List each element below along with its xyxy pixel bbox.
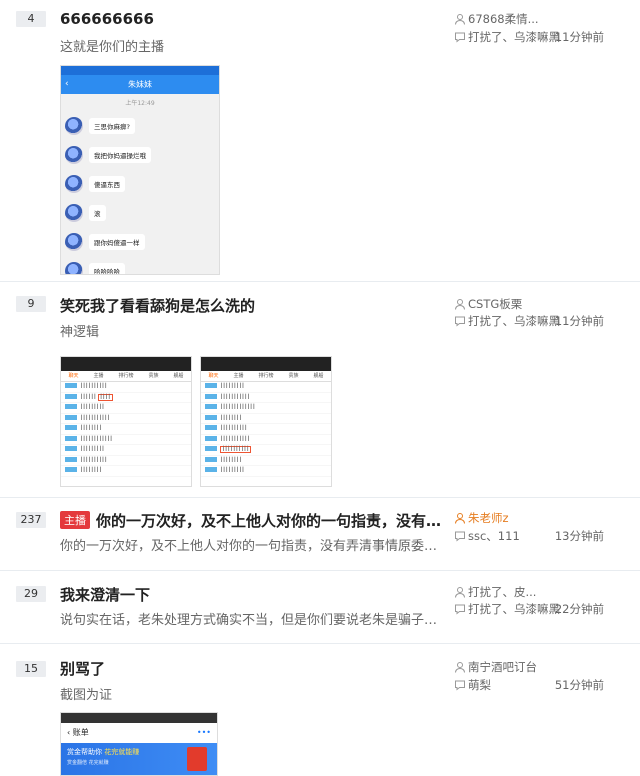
user-icon — [455, 587, 465, 598]
back-icon: ‹ — [65, 79, 69, 89]
thread-abstract: 说句实在话，老朱处理方式确实不当，但是你们要说老朱是骗子那你... — [60, 613, 444, 628]
reply-count: 237 — [16, 512, 46, 528]
thread-item: 237 主播 你的一万次好，及不上他人对你的一句指责，没有弄清... 你的一万次… — [0, 498, 640, 571]
avatar — [65, 145, 83, 164]
chat-message: 傻逼东西 — [61, 169, 219, 198]
more-icon: ••• — [196, 728, 211, 737]
thread-image[interactable]: ‹ 朱妹妹 上午12:49 三思你麻痹? 我把你妈逼操烂哦 傻逼东西 滚 跟你妈傻… — [60, 65, 220, 275]
last-reply: 打扰了、乌漆嘛黑 — [454, 313, 560, 329]
last-reply-name[interactable]: 打扰了、乌漆嘛黑 — [468, 30, 560, 44]
thread-abstract: 截图为证 — [60, 688, 113, 703]
last-reply: 萌梨 — [454, 677, 491, 693]
author-name[interactable]: 67868柔情... — [468, 12, 539, 26]
avatar — [65, 261, 83, 274]
comment-icon — [455, 316, 465, 327]
reply-count: 9 — [16, 296, 46, 312]
user-icon — [455, 513, 465, 524]
chat-message: 滚 — [61, 198, 219, 227]
thread-abstract: 这就是你们的主播 — [60, 40, 165, 55]
reply-count: 4 — [16, 11, 46, 27]
last-reply-name[interactable]: 打扰了、乌漆嘛黑 — [468, 602, 560, 616]
last-reply-name[interactable]: 萌梨 — [468, 678, 491, 692]
top-tag: 主播 — [60, 511, 90, 529]
thread-item: 29 我来澄清一下 说句实在话，老朱处理方式确实不当，但是你们要说老朱是骗子那你… — [0, 571, 640, 644]
avatar — [65, 116, 83, 135]
comment-icon — [455, 680, 465, 691]
bill-title: 账单 — [72, 728, 89, 737]
thread-author: 打扰了、皮... — [454, 584, 536, 600]
last-reply: ssc、111 — [454, 528, 520, 544]
thread-author: 南宁酒吧订台 — [454, 659, 537, 675]
reply-time: 11分钟前 — [554, 314, 604, 328]
reply-time: 51分钟前 — [554, 678, 604, 692]
avatar — [65, 203, 83, 222]
chat-message: 哈哈哈哈 — [61, 256, 219, 274]
chat-message: 跟你妈傻逼一样 — [61, 227, 219, 256]
thread-title[interactable]: 你的一万次好，及不上他人对你的一句指责，没有弄清... — [96, 510, 444, 531]
reply-time: 13分钟前 — [554, 529, 604, 543]
thread-title[interactable]: 笑死我了看看舔狗是怎么洗的 — [60, 295, 255, 316]
thread-author: 67868柔情... — [454, 11, 539, 27]
user-icon — [455, 14, 465, 25]
red-envelope-icon — [187, 747, 207, 771]
author-name[interactable]: 朱老师z — [468, 511, 509, 525]
avatar — [65, 174, 83, 193]
chat-message: 我把你妈逼操烂哦 — [61, 140, 219, 169]
thread-title[interactable]: 666666666 — [60, 10, 154, 28]
chat-message: 三思你麻痹? — [61, 111, 219, 140]
reply-count: 29 — [16, 586, 46, 602]
reply-time: 22分钟前 — [554, 602, 604, 616]
thread-title[interactable]: 别骂了 — [60, 658, 105, 679]
thread-item: 4 666666666 这就是你们的主播 67868柔情... 打扰了、乌漆嘛黑… — [0, 0, 640, 282]
thread-author: CSTG板栗 — [454, 296, 522, 312]
author-name[interactable]: 南宁酒吧订台 — [468, 660, 537, 674]
last-reply: 打扰了、乌漆嘛黑 — [454, 29, 560, 45]
author-name[interactable]: 打扰了、皮... — [468, 585, 536, 599]
user-icon — [455, 662, 465, 673]
chat-time: 上午12:49 — [125, 100, 155, 107]
comment-icon — [455, 32, 465, 43]
last-reply: 打扰了、乌漆嘛黑 — [454, 601, 560, 617]
thread-abstract: 你的一万次好，及不上他人对你的一句指责，没有弄清事情原委疯狂... — [60, 539, 444, 554]
thread-abstract: 神逻辑 — [60, 325, 100, 340]
thread-title[interactable]: 我来澄清一下 — [60, 584, 150, 605]
comment-icon — [455, 604, 465, 615]
comment-icon — [455, 531, 465, 542]
last-reply-name[interactable]: ssc、111 — [468, 529, 520, 543]
last-reply-name[interactable]: 打扰了、乌漆嘛黑 — [468, 314, 560, 328]
thread-image[interactable]: 聊天 主播 排行榜 贵族 舰船 ┃┃┃┃┃┃┃┃┃ ┃┃┃┃┃┃┃┃┃┃┃ ┃┃┃┃┃┃… — [200, 356, 332, 487]
chat-title: 朱妹妹 — [128, 80, 152, 89]
reply-time: 11分钟前 — [554, 30, 604, 44]
author-name[interactable]: CSTG板栗 — [468, 297, 522, 311]
thread-image[interactable]: ‹ 账单 ••• 赏金帮助你 花完就能赚 赏金翻倍 花完就赚 — [60, 712, 218, 776]
thread-author: 朱老师z — [454, 510, 509, 526]
thread-image[interactable]: 聊天 主播 排行榜 贵族 舰船 ┃┃┃┃┃┃┃┃┃┃ ┃┃┃┃┃┃ ┃┃┃┃ ┃┃┃┃┃… — [60, 356, 192, 487]
avatar — [65, 232, 83, 251]
reply-count: 15 — [16, 661, 46, 677]
user-icon — [455, 299, 465, 310]
